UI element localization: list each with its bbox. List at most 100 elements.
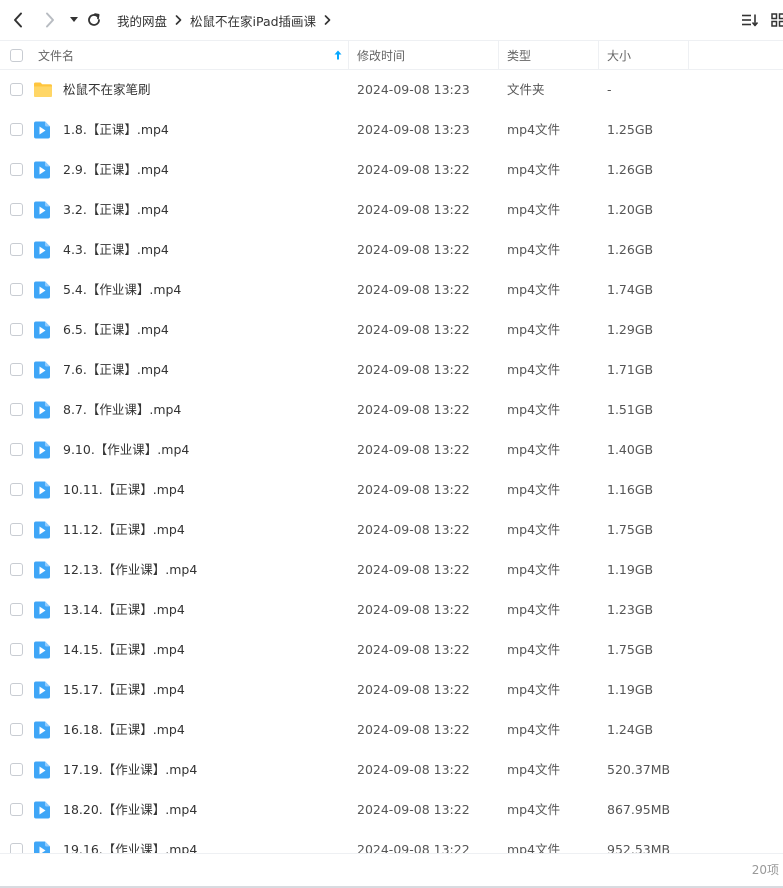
forward-button[interactable] [39,0,61,40]
file-name[interactable]: 5.4.【作业课】.mp4 [63,270,181,310]
table-row[interactable]: 9.10.【作业课】.mp4 2024-09-08 13:22 mp4文件 1.40G… [0,430,783,470]
file-name[interactable]: 17.19.【作业课】.mp4 [63,750,197,790]
file-modified-time: 2024-09-08 13:22 [357,522,470,537]
row-checkbox[interactable] [10,683,23,696]
file-name[interactable]: 15.17.【正课】.mp4 [63,670,185,710]
row-checkbox[interactable] [10,563,23,576]
file-name[interactable]: 11.12.【正课】.mp4 [63,510,185,550]
grid-view-icon[interactable] [771,13,783,27]
file-size: 1.25GB [607,122,654,137]
table-row[interactable]: 3.2.【正课】.mp4 2024-09-08 13:22 mp4文件 1.20GB [0,190,783,230]
file-size: - [607,82,612,97]
file-modified-time: 2024-09-08 13:23 [357,82,470,97]
table-row[interactable]: 8.7.【作业课】.mp4 2024-09-08 13:22 mp4文件 1.51GB [0,390,783,430]
history-dropdown-button[interactable] [67,0,81,40]
row-checkbox[interactable] [10,163,23,176]
video-file-icon [33,161,51,182]
row-checkbox[interactable] [10,403,23,416]
table-row[interactable]: 4.3.【正课】.mp4 2024-09-08 13:22 mp4文件 1.26GB [0,230,783,270]
sort-order-icon[interactable] [741,13,759,27]
file-name[interactable]: 14.15.【正课】.mp4 [63,630,185,670]
column-header-name[interactable]: 文件名 [30,41,349,69]
caret-down-icon [70,17,78,22]
table-row[interactable]: 15.17.【正课】.mp4 2024-09-08 13:22 mp4文件 1.19G… [0,670,783,710]
file-type: mp4文件 [507,642,561,657]
row-checkbox[interactable] [10,83,23,96]
file-modified-time: 2024-09-08 13:22 [357,642,470,657]
table-row[interactable]: 19.16.【作业课】.mp4 2024-09-08 13:22 mp4文件 952.… [0,830,783,853]
video-file-icon [33,681,51,702]
file-type: mp4文件 [507,682,561,697]
table-row[interactable]: 10.11.【正课】.mp4 2024-09-08 13:22 mp4文件 1.16G… [0,470,783,510]
breadcrumb-expand-icon[interactable] [324,15,331,25]
file-size: 1.16GB [607,482,654,497]
row-checkbox[interactable] [10,203,23,216]
file-name[interactable]: 12.13.【作业课】.mp4 [63,550,197,590]
file-name[interactable]: 7.6.【正课】.mp4 [63,350,169,390]
file-type: mp4文件 [507,602,561,617]
file-modified-time: 2024-09-08 13:22 [357,602,470,617]
file-name[interactable]: 6.5.【正课】.mp4 [63,310,169,350]
video-file-icon [33,441,51,462]
table-row[interactable]: 12.13.【作业课】.mp4 2024-09-08 13:22 mp4文件 1.19… [0,550,783,590]
table-row[interactable]: 6.5.【正课】.mp4 2024-09-08 13:22 mp4文件 1.29GB [0,310,783,350]
file-type: mp4文件 [507,282,561,297]
row-checkbox[interactable] [10,243,23,256]
video-file-icon [33,201,51,222]
table-row[interactable]: 16.18.【正课】.mp4 2024-09-08 13:22 mp4文件 1.24G… [0,710,783,750]
table-row[interactable]: 7.6.【正课】.mp4 2024-09-08 13:22 mp4文件 1.71GB [0,350,783,390]
row-checkbox[interactable] [10,443,23,456]
column-header-modified[interactable]: 修改时间 [349,41,499,69]
file-modified-time: 2024-09-08 13:22 [357,362,470,377]
table-row[interactable]: 5.4.【作业课】.mp4 2024-09-08 13:22 mp4文件 1.74GB [0,270,783,310]
file-name[interactable]: 18.20.【作业课】.mp4 [63,790,197,830]
file-name[interactable]: 8.7.【作业课】.mp4 [63,390,181,430]
file-name[interactable]: 2.9.【正课】.mp4 [63,150,169,190]
refresh-button[interactable] [85,0,103,40]
column-header-size-label: 大小 [607,48,632,63]
table-row[interactable]: 松鼠不在家笔刷 2024-09-08 13:23 文件夹 - [0,70,783,110]
file-name[interactable]: 9.10.【作业课】.mp4 [63,430,189,470]
file-size: 1.19GB [607,562,654,577]
row-checkbox[interactable] [10,523,23,536]
table-row[interactable]: 18.20.【作业课】.mp4 2024-09-08 13:22 mp4文件 867.… [0,790,783,830]
sort-ascending-icon [334,49,342,63]
file-name[interactable]: 4.3.【正课】.mp4 [63,230,169,270]
table-row[interactable]: 1.8.【正课】.mp4 2024-09-08 13:23 mp4文件 1.25GB [0,110,783,150]
row-checkbox[interactable] [10,603,23,616]
row-checkbox[interactable] [10,843,23,853]
file-modified-time: 2024-09-08 13:22 [357,842,470,853]
file-name[interactable]: 16.18.【正课】.mp4 [63,710,185,750]
row-checkbox[interactable] [10,643,23,656]
table-row[interactable]: 13.14.【正课】.mp4 2024-09-08 13:22 mp4文件 1.23G… [0,590,783,630]
row-checkbox[interactable] [10,323,23,336]
column-header-type[interactable]: 类型 [499,41,599,69]
row-checkbox[interactable] [10,483,23,496]
file-size: 520.37MB [607,762,671,777]
file-name[interactable]: 10.11.【正课】.mp4 [63,470,185,510]
row-checkbox[interactable] [10,803,23,816]
row-checkbox[interactable] [10,723,23,736]
file-type: mp4文件 [507,522,561,537]
column-header-size[interactable]: 大小 [599,41,689,69]
file-name[interactable]: 松鼠不在家笔刷 [63,70,151,110]
file-name[interactable]: 19.16.【作业课】.mp4 [63,830,197,853]
file-size: 1.26GB [607,242,654,257]
table-row[interactable]: 2.9.【正课】.mp4 2024-09-08 13:22 mp4文件 1.26GB [0,150,783,190]
back-button[interactable] [7,0,29,40]
row-checkbox[interactable] [10,123,23,136]
file-name[interactable]: 13.14.【正课】.mp4 [63,590,185,630]
table-row[interactable]: 11.12.【正课】.mp4 2024-09-08 13:22 mp4文件 1.75G… [0,510,783,550]
file-name[interactable]: 3.2.【正课】.mp4 [63,190,169,230]
table-row[interactable]: 14.15.【正课】.mp4 2024-09-08 13:22 mp4文件 1.75G… [0,630,783,670]
breadcrumb-item-current-folder[interactable]: 松鼠不在家iPad插画课 [190,11,316,30]
file-size: 867.95MB [607,802,671,817]
row-checkbox[interactable] [10,763,23,776]
column-header-type-label: 类型 [507,48,532,63]
table-row[interactable]: 17.19.【作业课】.mp4 2024-09-08 13:22 mp4文件 520.… [0,750,783,790]
row-checkbox[interactable] [10,283,23,296]
file-name[interactable]: 1.8.【正课】.mp4 [63,110,169,150]
select-all-checkbox[interactable] [10,48,23,62]
row-checkbox[interactable] [10,363,23,376]
breadcrumb-item-my-drive[interactable]: 我的网盘 [117,11,167,30]
